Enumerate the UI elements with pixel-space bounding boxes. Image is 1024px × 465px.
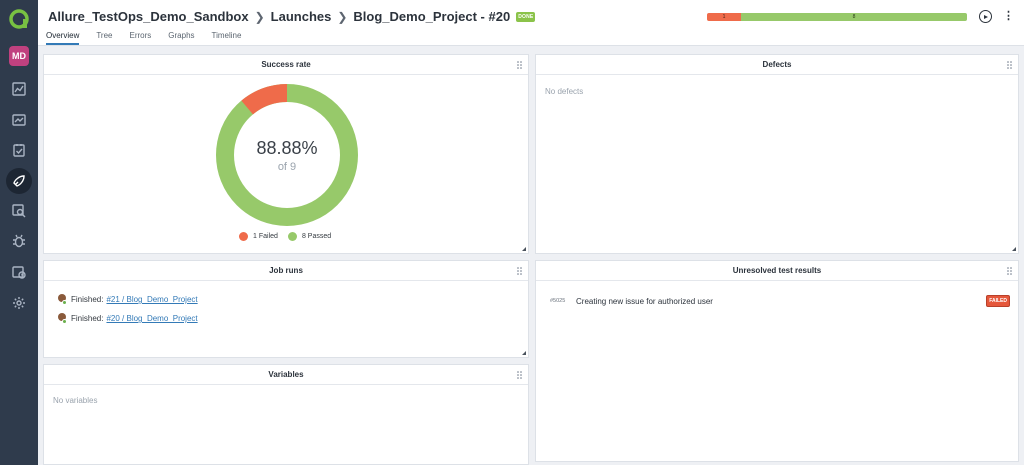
job-status: Finished:	[71, 314, 104, 323]
job-run-row: Finished: #20 / Blog_Demo_Project	[57, 313, 198, 324]
widget-title: Defects	[536, 55, 1018, 75]
sidebar: MD	[0, 0, 38, 465]
test-result-id: #5025	[550, 298, 566, 304]
dashboard-icon[interactable]	[9, 79, 29, 99]
job-user-avatar-icon	[57, 294, 67, 305]
variables-widget: Variables No variables	[43, 364, 529, 465]
test-plans-icon[interactable]	[9, 140, 29, 160]
success-percent: 88.88%	[256, 137, 318, 158]
donut-center: 88.88% of 9	[216, 84, 358, 226]
widget-title: Success rate	[44, 55, 528, 75]
legend-failed-label: Failed	[258, 233, 278, 240]
job-user-avatar-icon	[57, 313, 67, 324]
defects-empty-text: No defects	[545, 87, 584, 96]
legend-passed[interactable]: 8 Passed	[287, 232, 332, 241]
launch-status-bar[interactable]: 1 8	[707, 13, 967, 21]
job-run-link[interactable]: #20 / Blog_Demo_Project	[106, 314, 197, 323]
widget-title: Unresolved test results	[536, 261, 1018, 281]
status-badge: DONE	[516, 11, 536, 22]
tab-timeline[interactable]: Timeline	[212, 31, 242, 45]
success-rate-widget: Success rate 88.88% of 9 1 Failed 8 Pass…	[43, 54, 529, 254]
legend-passed-count: 8	[301, 233, 306, 240]
user-avatar[interactable]: MD	[9, 46, 29, 66]
jobs-icon[interactable]	[9, 262, 29, 282]
breadcrumb-launches[interactable]: Launches	[271, 9, 332, 24]
resize-handle-icon[interactable]	[522, 247, 526, 251]
status-bar-failed: 1	[707, 13, 741, 21]
widget-title: Job runs	[44, 261, 528, 281]
legend-passed-label: Passed	[307, 233, 332, 240]
run-launch-button[interactable]	[979, 10, 992, 23]
legend-failed[interactable]: 1 Failed	[239, 232, 278, 241]
resize-handle-icon[interactable]	[1012, 247, 1016, 251]
launches-rocket-icon[interactable]	[6, 168, 32, 194]
test-result-name[interactable]: Creating new issue for authorized user	[576, 297, 986, 306]
success-donut-chart: 88.88% of 9	[216, 84, 358, 226]
resize-handle-icon[interactable]	[522, 351, 526, 355]
widget-title: Variables	[44, 365, 528, 385]
chevron-right-icon: ❯	[337, 9, 348, 24]
success-total: of 9	[277, 160, 297, 173]
tab-errors[interactable]: Errors	[130, 31, 152, 45]
drag-handle-icon[interactable]	[517, 267, 522, 275]
job-run-row: Finished: #21 / Blog_Demo_Project	[57, 294, 198, 305]
tab-graphs[interactable]: Graphs	[168, 31, 194, 45]
breadcrumb-launch: Blog_Demo_Project - #20	[353, 9, 511, 24]
drag-handle-icon[interactable]	[1007, 61, 1012, 69]
passed-dot-icon	[287, 232, 297, 241]
defects-bug-icon[interactable]	[9, 231, 29, 251]
tab-tree[interactable]: Tree	[96, 31, 112, 45]
job-run-link[interactable]: #21 / Blog_Demo_Project	[106, 295, 197, 304]
donut-legend: 1 Failed 8 Passed	[239, 232, 341, 241]
header: Allure_TestOps_Demo_Sandbox ❯ Launches ❯…	[38, 0, 1024, 46]
analytics-search-icon[interactable]	[9, 201, 29, 221]
test-result-row[interactable]: #5025 Creating new issue for authorized …	[550, 295, 1010, 307]
breadcrumb-project[interactable]: Allure_TestOps_Demo_Sandbox	[48, 9, 249, 24]
defects-widget: Defects No defects	[535, 54, 1019, 254]
job-status: Finished:	[71, 295, 104, 304]
test-cases-icon[interactable]	[9, 110, 29, 130]
drag-handle-icon[interactable]	[1007, 267, 1012, 275]
tabs: Overview Tree Errors Graphs Timeline	[46, 31, 258, 45]
variables-empty-text: No variables	[53, 396, 98, 405]
settings-gear-icon[interactable]	[9, 293, 29, 313]
tab-overview[interactable]: Overview	[46, 31, 80, 45]
breadcrumb: Allure_TestOps_Demo_Sandbox ❯ Launches ❯…	[48, 9, 536, 24]
status-bar-passed: 8	[741, 13, 967, 21]
drag-handle-icon[interactable]	[517, 61, 522, 69]
job-runs-widget: Job runs Finished: #21 / Blog_Demo_Proje…	[43, 260, 529, 358]
failed-status-badge: FAILED	[986, 295, 1010, 307]
drag-handle-icon[interactable]	[517, 371, 522, 379]
legend-failed-count: 1	[253, 233, 257, 240]
failed-dot-icon	[239, 232, 248, 241]
allure-logo-icon[interactable]	[8, 8, 30, 30]
unresolved-results-widget: Unresolved test results #5025 Creating n…	[535, 260, 1019, 462]
chevron-right-icon: ❯	[254, 9, 265, 24]
more-options-icon[interactable]: ⋮	[1003, 11, 1014, 22]
